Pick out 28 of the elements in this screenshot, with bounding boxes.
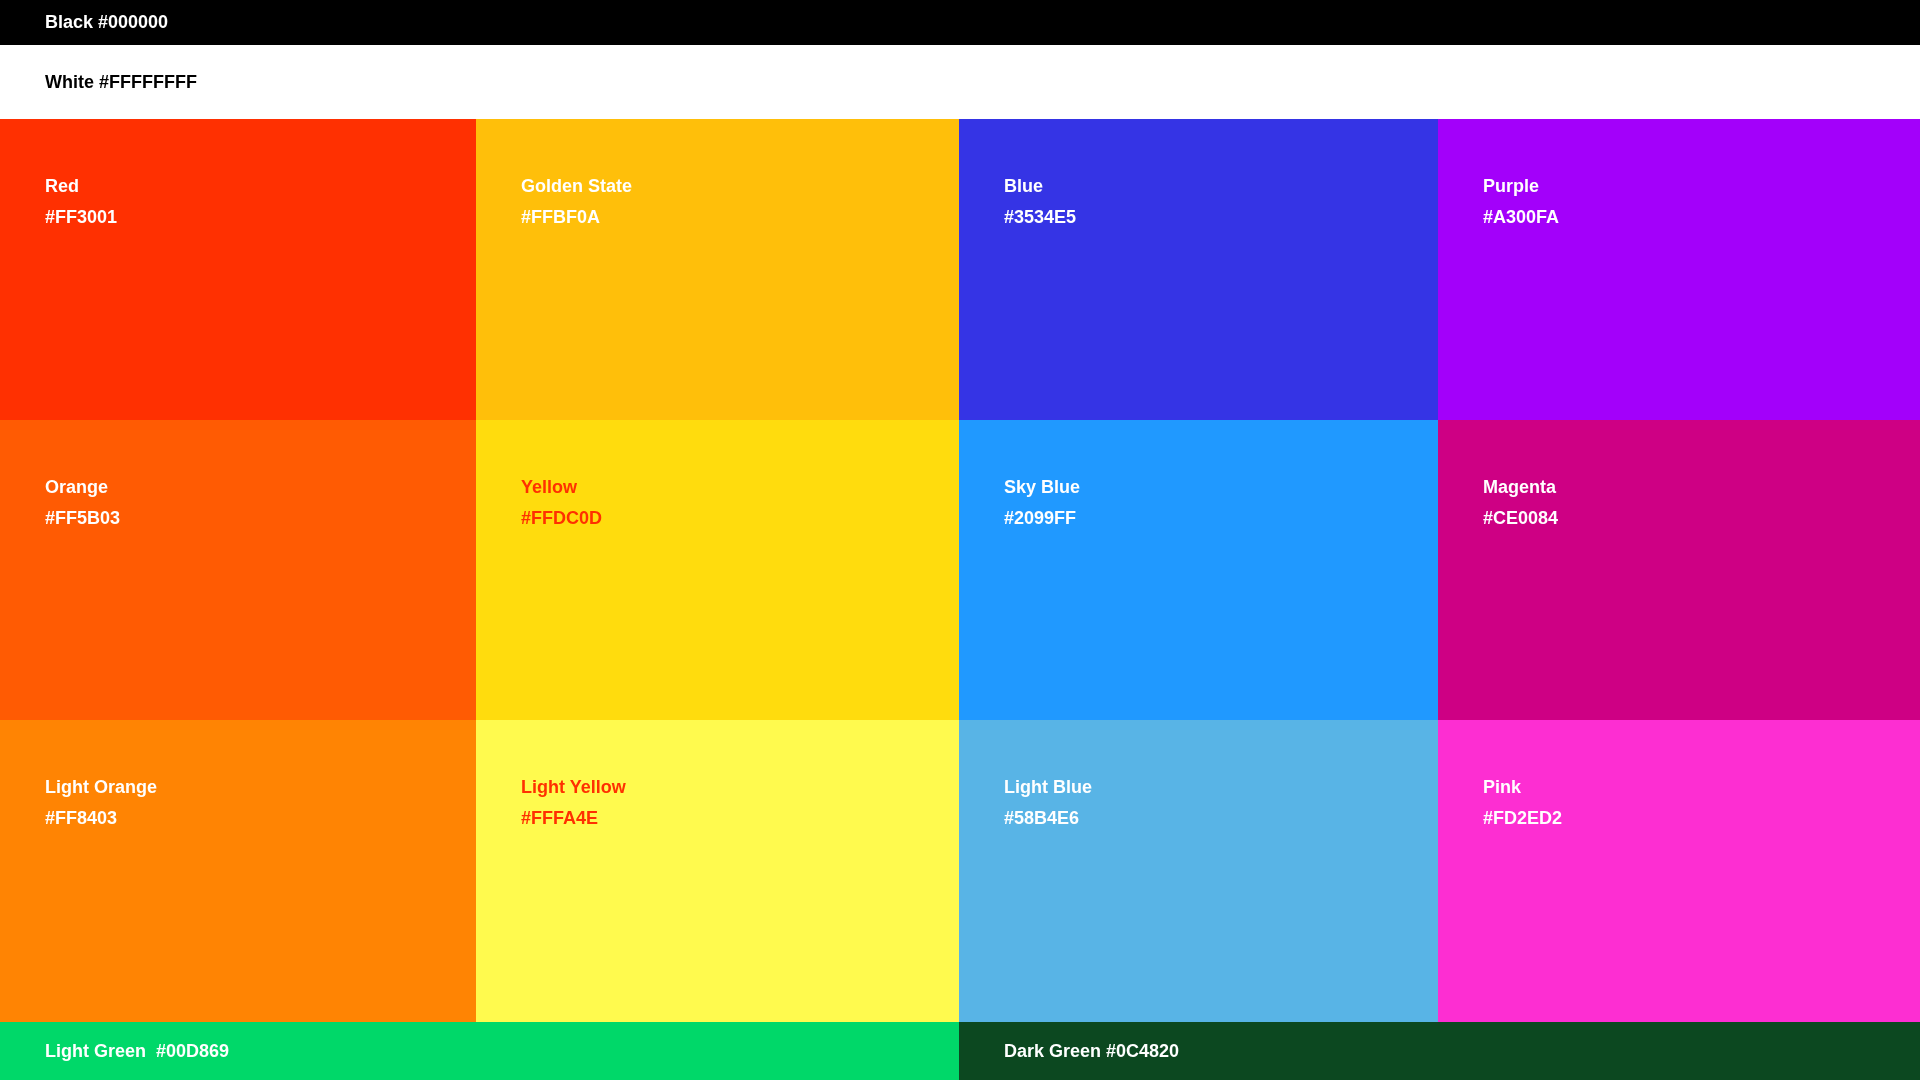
hex-code: #CE0084 bbox=[1483, 508, 1559, 529]
color-label: White #FFFFFFFF bbox=[45, 71, 197, 93]
color-name: Light Yellow bbox=[521, 777, 626, 798]
color-name: Purple bbox=[1483, 176, 1539, 197]
hex-code: #FF8403 bbox=[45, 808, 118, 829]
hex-code: #A300FA bbox=[1483, 207, 1560, 228]
hex-code: #58B4E6 bbox=[1004, 808, 1080, 829]
color-name: Sky Blue bbox=[1004, 477, 1081, 498]
color-name: Light Orange bbox=[45, 777, 157, 798]
color-name: Yellow bbox=[521, 477, 578, 498]
color-name: Red bbox=[45, 176, 79, 197]
hex-code: #FF5B03 bbox=[45, 508, 121, 529]
color-label: Dark Green #0C4820 bbox=[1004, 1040, 1180, 1062]
hex-code: #FF3001 bbox=[45, 207, 118, 228]
color-name: Pink bbox=[1483, 777, 1521, 798]
color-name: Blue bbox=[1004, 176, 1043, 197]
hex-code: #FD2ED2 bbox=[1483, 808, 1563, 829]
hex-code: #FFDC0D bbox=[521, 508, 602, 529]
color-name: Orange bbox=[45, 477, 109, 498]
color-name: Golden State bbox=[521, 176, 632, 197]
color-name: Magenta bbox=[1483, 477, 1556, 498]
hex-code: #3534E5 bbox=[1004, 207, 1077, 228]
hex-code: #FFFA4E bbox=[521, 808, 599, 829]
hex-code: #2099FF bbox=[1004, 508, 1077, 529]
color-label: Black #000000 bbox=[45, 12, 169, 33]
color-name: Light Blue bbox=[1004, 777, 1092, 798]
hex-code: #FFBF0A bbox=[521, 207, 600, 228]
color-label: Light Green #00D869 bbox=[45, 1040, 230, 1062]
